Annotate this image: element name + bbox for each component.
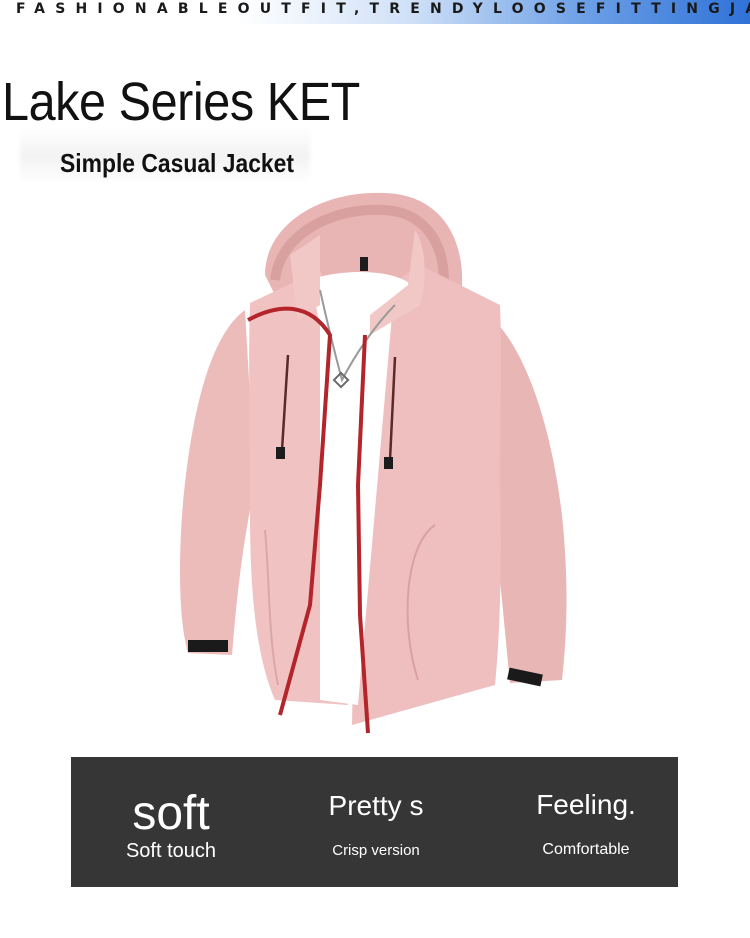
jacket-image	[180, 192, 567, 734]
drawstring-tip-right	[384, 457, 393, 469]
feature-title: Pretty s	[328, 790, 424, 821]
feature-panel: soft Soft touch Pretty s Crisp version F…	[71, 757, 678, 887]
feature-title: Feeling.	[536, 789, 636, 820]
left-sleeve	[180, 310, 255, 655]
feature-soft: soft Soft touch	[71, 757, 271, 863]
feature-title: soft	[132, 787, 210, 840]
page-subtitle: Simple Casual Jacket	[60, 148, 295, 178]
collar-tab	[360, 257, 368, 271]
left-cuff-tab	[188, 640, 228, 652]
product-image	[170, 185, 580, 745]
feature-caption: Soft touch	[125, 840, 217, 862]
feature-pretty: Pretty s Crisp version	[276, 757, 476, 861]
top-banner: FASHIONABLEOUTFIT,TRENDYLOOSEFITTINGJACK…	[0, 0, 750, 24]
feature-caption: Crisp version	[332, 842, 420, 859]
banner-slogan: FASHIONABLEOUTFIT,TRENDYLOOSEFITTINGJACK…	[16, 1, 750, 17]
page-title: Lake Series KET	[2, 72, 360, 132]
drawstring-tip-left	[276, 447, 285, 459]
feature-caption: Comfortable	[542, 841, 630, 858]
feature-feeling: Feeling. Comfortable	[486, 757, 686, 860]
